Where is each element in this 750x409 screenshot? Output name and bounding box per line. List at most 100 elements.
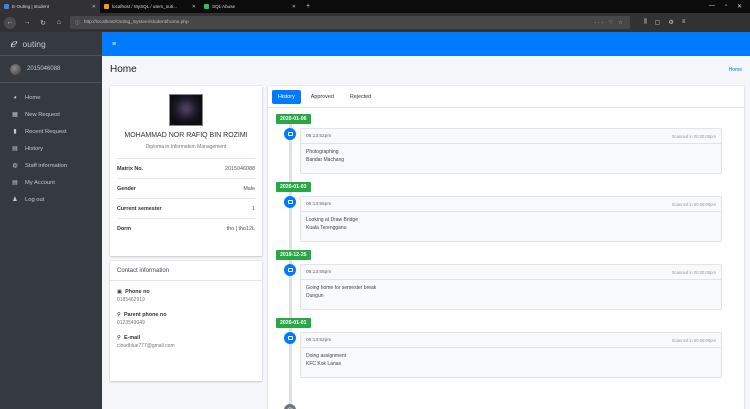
timeline-place: Dungun (306, 293, 324, 299)
sidebar-item-my-account[interactable]: ▤ My Account (0, 174, 102, 191)
tab-history[interactable]: History (272, 89, 301, 104)
info-icon: ⓘ (75, 21, 80, 26)
brand[interactable]: ℯ outing (0, 32, 102, 56)
timeline-item: 06:13:55pm Scanned in 00:00:00pm Looking … (268, 192, 744, 250)
envelope-icon (284, 196, 296, 208)
browser-tab-2[interactable]: localhost / MySQL / utem_outi... ✕ (100, 0, 200, 13)
grid-icon: ▦ (12, 112, 18, 118)
profile-row-value: tho | tho12L (226, 225, 255, 232)
sidebar-toggle-icon[interactable]: ▢ (655, 19, 661, 26)
clock-icon: ◷ (284, 404, 296, 409)
back-button[interactable]: ← (4, 16, 16, 29)
user-id: 2015046088 (27, 66, 61, 72)
profile-row-dorm: Dorm tho | tho12L (117, 218, 255, 238)
envelope-icon (284, 264, 296, 276)
app-topbar: ≡ (102, 32, 750, 56)
breadcrumb[interactable]: Home (729, 67, 742, 73)
profile-row-label: Matrix No. (117, 165, 144, 172)
timeline-activity: Looking at Draw Bridge (306, 217, 358, 223)
sidebar-item-label: Log out (25, 196, 45, 203)
favicon-icon (4, 4, 9, 9)
profile-card: MOHAMMAD NOR RAFIQ BIN ROZIMI Diploma in… (110, 86, 262, 256)
close-icon[interactable]: ✕ (292, 4, 296, 10)
scan-status: Scanned in 00:00:00pm (671, 269, 716, 275)
browser-tab-3[interactable]: SQL Abuse ✕ (200, 0, 300, 13)
sidebar-item-label: My Account (25, 179, 55, 186)
menu-icon[interactable]: ≡ (682, 19, 686, 26)
sidebar-item-new-request[interactable]: ▦ New Request (0, 106, 102, 123)
browser-nav-bar: ← → ↻ ⌂ ⓘ http://localhost/Outing_System… (0, 13, 750, 32)
contact-label: Parent phone no (123, 312, 167, 318)
favicon-icon (104, 4, 109, 9)
sidebar-item-recent-request[interactable]: ▮ Recent Request (0, 123, 102, 140)
home-icon[interactable]: ⌂ (54, 19, 64, 26)
timeline-box: 06:13:55pm Scanned in 00:00:00pm Going ho… (300, 264, 722, 310)
sidebar-item-staff-information[interactable]: ◍ Staff information (0, 157, 102, 174)
sidebar-item-label: Staff information (25, 162, 68, 169)
close-icon[interactable]: ✕ (192, 4, 196, 10)
timeline-date-label: 2020-01-06 (276, 114, 311, 124)
timeline-time: 06:13:55pm (306, 269, 332, 275)
envelope-icon (284, 332, 296, 344)
scan-status: Scanned in 00:00:00pm (671, 201, 716, 207)
timeline-activity: Going home for semester break (306, 285, 377, 291)
browser-tab-1[interactable]: E-Outing | student ✕ (0, 0, 100, 13)
map-marker-icon: ⚲ (117, 335, 121, 341)
sidebar-item-home[interactable]: ◕ Home (0, 89, 102, 106)
main-content: Home Home MOHAMMAD NOR RAFIQ BIN ROZIMI … (102, 56, 750, 409)
contact-title: Contact information (110, 261, 262, 281)
url-bar[interactable]: ⓘ http://localhost/Outing_System/student… (70, 16, 630, 29)
timeline-time: 06:13:55pm (306, 201, 332, 207)
brand-logo-icon: ℯ (10, 37, 17, 50)
new-tab-icon[interactable]: + (300, 3, 316, 10)
sidebar-item-log-out[interactable]: ♟ Log out (0, 191, 102, 208)
timeline-activity: Photographing (306, 149, 339, 155)
profile-row-semester: Current semester 1 (117, 198, 255, 218)
profile-row-value: Male (243, 185, 255, 192)
profile-row-label: Current semester (117, 205, 162, 212)
contact-label: Phone no (125, 289, 150, 295)
maximize-icon[interactable]: ▫ (725, 3, 727, 10)
avatar (10, 63, 21, 75)
tab-approved[interactable]: Approved (305, 90, 340, 104)
browser-tab-title: SQL Abuse (212, 4, 236, 9)
page-actions-icon[interactable]: ··· ♡ ☆ (594, 20, 625, 26)
extension-icon[interactable]: ⚙ (668, 19, 673, 26)
close-icon[interactable]: ✕ (92, 4, 96, 10)
contact-card: Contact information ▣ Phone no 0185462919… (110, 261, 262, 381)
contact-value: cloudblue777@gmail.com (117, 343, 175, 349)
timeline-box: 06:13:55pm Scanned in 00:00:00pm Looking … (300, 196, 722, 242)
timeline-place: KFC Kok Lanas (306, 361, 342, 367)
profile-name: MOHAMMAD NOR RAFIQ BIN ROZIMI (124, 132, 248, 139)
profile-row-matrix: Matrix No. 2015046088 (117, 158, 255, 178)
browser-toolbar: ⫼ ▢ ⚙ ≡ (644, 19, 685, 26)
map-marker-icon: ⚲ (117, 312, 121, 318)
scan-status: Scanned in 00:00:00pm (671, 133, 716, 139)
book-icon: ▤ (12, 180, 18, 186)
profile-row-value: 1 (252, 205, 255, 212)
minimize-icon[interactable]: — (709, 3, 715, 10)
profile-row-label: Dorm (117, 225, 132, 232)
scan-status: Scanned in 00:00:00pm (671, 337, 716, 343)
hamburger-menu-icon[interactable]: ≡ (112, 41, 116, 48)
reload-icon[interactable]: ↻ (38, 19, 48, 27)
sidebar-item-history[interactable]: ▤ History (0, 140, 102, 157)
timeline-date-label: 2020-01-03 (276, 182, 311, 192)
timeline: 2020-01-06 06:13:52pm Scanned in 00:00:00… (268, 108, 744, 409)
browser-tab-title: localhost / MySQL / utem_outi... (112, 4, 177, 9)
timeline-item: 06:13:52pm Scanned in 00:00:00pm Doing as… (268, 328, 744, 386)
timeline-activity: Doing assignment (306, 353, 347, 359)
user-panel[interactable]: 2015046088 (0, 56, 102, 83)
tab-rejected[interactable]: Rejected (344, 90, 377, 104)
window-controls: — ▫ ✕ (709, 3, 750, 10)
sidebar-menu: ◕ Home ▦ New Request ▮ Recent Request ▤ … (0, 83, 102, 208)
profile-row-value: 2015046088 (225, 165, 255, 172)
library-icon[interactable]: ⫼ (644, 19, 647, 26)
forward-icon[interactable]: → (22, 19, 32, 26)
back-arrow-icon: ← (6, 19, 14, 26)
timeline-place: Kuala Terengganu (306, 225, 347, 231)
timeline-box: 06:13:52pm Scanned in 00:00:00pm Photogra… (300, 128, 722, 174)
history-card: History Approved Rejected 2020-01-06 06:… (268, 86, 744, 409)
close-window-icon[interactable]: ✕ (737, 3, 742, 10)
book-icon: ▤ (12, 146, 18, 152)
